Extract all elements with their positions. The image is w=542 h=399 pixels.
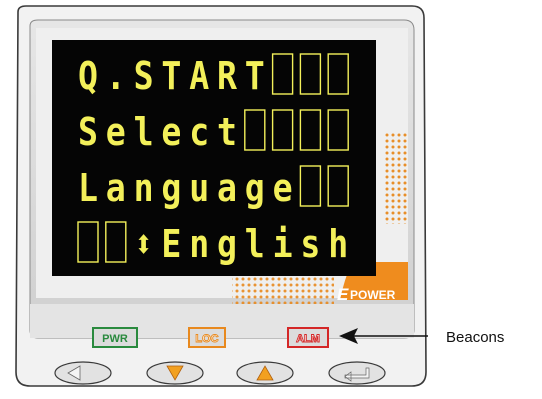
lcd-cell: . bbox=[106, 54, 126, 98]
lcd-char: T bbox=[245, 54, 265, 98]
lcd-char: a bbox=[106, 166, 126, 210]
lcd-char: S bbox=[134, 54, 154, 98]
lcd-char: t bbox=[217, 110, 237, 154]
lcd-cell: S bbox=[134, 54, 154, 98]
lcd-cell: ⬍ bbox=[134, 222, 154, 266]
lcd-char: R bbox=[217, 54, 237, 98]
lcd-cell: n bbox=[134, 166, 154, 210]
lcd-cell: e bbox=[273, 166, 293, 210]
lcd-char: h bbox=[328, 222, 348, 266]
lcd-char: u bbox=[189, 166, 209, 210]
beacon-loc-label: LOC bbox=[195, 333, 218, 345]
brand-mark: E bbox=[337, 285, 349, 304]
lcd-cell: c bbox=[189, 110, 209, 154]
lcd-char: g bbox=[245, 166, 265, 210]
dot-pattern-bottom bbox=[232, 276, 334, 306]
dot-pattern-right bbox=[383, 132, 409, 224]
lcd-cell: R bbox=[217, 54, 237, 98]
key-enter[interactable] bbox=[328, 361, 386, 385]
brand-name: POWER bbox=[350, 288, 396, 302]
lcd-cell: S bbox=[78, 110, 98, 154]
beacon-alm: ALM bbox=[287, 327, 329, 348]
lcd-cell: a bbox=[106, 166, 126, 210]
lcd-cell: Q bbox=[78, 54, 98, 98]
epower-device-illustration: Q. S T A R TS e l e c tL a n g u a g e⬍ En g l i s h E POWER PW… bbox=[15, 5, 504, 387]
lcd-cell: g bbox=[245, 166, 265, 210]
lcd-cell: i bbox=[273, 222, 293, 266]
lcd-char: E bbox=[161, 222, 181, 266]
beacons-callout-label: Beacons bbox=[446, 329, 504, 346]
lcd-char: e bbox=[106, 110, 126, 154]
lcd-cell: n bbox=[189, 222, 209, 266]
lcd-cell: g bbox=[161, 166, 181, 210]
lcd-cell: t bbox=[217, 110, 237, 154]
lcd-char: e bbox=[273, 166, 293, 210]
lcd-char: Q bbox=[78, 54, 98, 98]
epower-logo: E POWER bbox=[337, 285, 396, 304]
lcd-char: n bbox=[189, 222, 209, 266]
lcd-cell: u bbox=[189, 166, 209, 210]
lcd-char: S bbox=[78, 110, 98, 154]
lcd-cell: g bbox=[217, 222, 237, 266]
lcd-cell: E bbox=[161, 222, 181, 266]
lcd-cell: T bbox=[245, 54, 265, 98]
lcd-char: e bbox=[161, 110, 181, 154]
lcd-char: i bbox=[273, 222, 293, 266]
beacon-pwr-label: PWR bbox=[102, 333, 128, 345]
lcd-cell: A bbox=[189, 54, 209, 98]
lcd-char: g bbox=[217, 222, 237, 266]
lcd-char: T bbox=[161, 54, 181, 98]
lcd-cell: l bbox=[245, 222, 265, 266]
lcd-cell: l bbox=[134, 110, 154, 154]
beacon-loc: LOC bbox=[188, 327, 226, 348]
lcd-char: a bbox=[217, 166, 237, 210]
key-up[interactable] bbox=[236, 361, 294, 385]
lcd-cell: h bbox=[328, 222, 348, 266]
lcd-char: A bbox=[189, 54, 209, 98]
lcd-char: l bbox=[245, 222, 265, 266]
beacon-alm-label: ALM bbox=[296, 333, 320, 345]
key-left[interactable] bbox=[54, 361, 112, 385]
lcd-char: g bbox=[161, 166, 181, 210]
lcd-cell: e bbox=[106, 110, 126, 154]
lcd-char: s bbox=[300, 222, 320, 266]
lcd-cell: s bbox=[300, 222, 320, 266]
lcd-char: L bbox=[78, 166, 98, 210]
lcd-char: n bbox=[134, 166, 154, 210]
beacon-pwr: PWR bbox=[92, 327, 138, 348]
key-down[interactable] bbox=[146, 361, 204, 385]
lcd-cell: a bbox=[217, 166, 237, 210]
lcd-char: l bbox=[134, 110, 154, 154]
lcd-cell: e bbox=[161, 110, 181, 154]
lcd-cell: T bbox=[161, 54, 181, 98]
lcd-char: ⬍ bbox=[134, 222, 154, 266]
lcd-char: c bbox=[189, 110, 209, 154]
lcd-char: . bbox=[106, 54, 126, 98]
lcd-cell: L bbox=[78, 166, 98, 210]
